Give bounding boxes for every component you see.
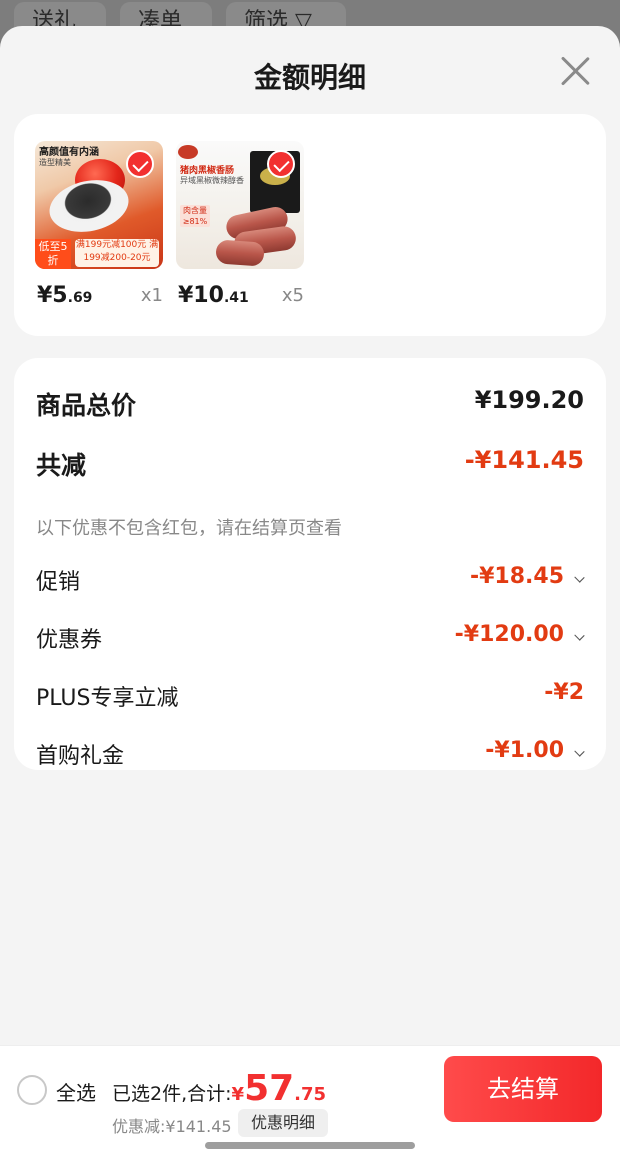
- saved-amount: 优惠减:¥141.45: [112, 1117, 232, 1136]
- product-quantity: x5: [281, 285, 304, 306]
- product-thumbnail: 猪肉黑椒香肠 异域黑椒微辣醇香 肉含量≥81%: [176, 141, 304, 269]
- product-quantity: x1: [140, 285, 163, 306]
- sausage-image: [215, 239, 265, 267]
- product-thumbnail: 高颜值有内涵 造型精美 低至5折 满199元减100元 满199减200-20元: [35, 141, 163, 269]
- sheet-title: 金额明细: [253, 61, 366, 94]
- chevron-down-icon[interactable]: [574, 632, 584, 642]
- product-price: ¥5.69: [37, 283, 93, 308]
- discount-row-coupon[interactable]: 优惠券 -¥120.00: [36, 622, 584, 658]
- discount-row-promotion[interactable]: 促销 -¥18.45: [36, 564, 584, 600]
- total-reduction-label: 共减: [36, 451, 87, 480]
- discount-value: -¥1.00: [485, 738, 564, 763]
- discount-detail-button[interactable]: 优惠明细: [238, 1109, 328, 1137]
- discount-label: 首购礼金: [36, 744, 125, 769]
- total-summary: 已选2件,合计:¥57.75: [112, 1068, 327, 1109]
- close-icon[interactable]: [556, 52, 594, 90]
- checkmark-icon[interactable]: [126, 150, 154, 178]
- selected-products-card: 高颜值有内涵 造型精美 低至5折 满199元减100元 满199减200-20元…: [14, 114, 606, 336]
- promo-banner: 满199元减100元 满199减200-20元: [75, 239, 159, 267]
- thumb-headline: 高颜值有内涵: [39, 147, 99, 158]
- chevron-down-icon[interactable]: [574, 574, 584, 584]
- price-row: ¥5.69 x1: [35, 281, 163, 311]
- discount-value: -¥2: [544, 680, 584, 705]
- total-price-value: ¥199.20: [474, 386, 584, 414]
- thumb-subline: 异域黑椒微辣醇香: [180, 176, 244, 185]
- red-packet-note: 以下优惠不包含红包，请在结算页查看: [36, 518, 342, 539]
- currency-symbol: ¥: [231, 1084, 245, 1105]
- total-price-row: 商品总价 ¥199.20: [36, 386, 584, 422]
- discount-label: 促销: [36, 570, 81, 595]
- checkmark-icon[interactable]: [267, 150, 295, 178]
- product-item[interactable]: 猪肉黑椒香肠 异域黑椒微辣醇香 肉含量≥81% ¥10.41 x5: [176, 141, 304, 308]
- total-reduction-row: 共减 -¥141.45: [36, 446, 584, 482]
- total-amount-decimal: .75: [294, 1084, 327, 1105]
- select-all-radio[interactable]: [17, 1075, 47, 1105]
- discount-row-plus: PLUS专享立减 -¥2: [36, 680, 584, 716]
- product-price: ¥10.41: [178, 283, 249, 308]
- home-indicator: [205, 1142, 415, 1149]
- discount-value: -¥18.45: [469, 564, 564, 589]
- total-price-label: 商品总价: [36, 391, 137, 420]
- discount-label: 优惠券: [36, 628, 103, 653]
- amount-detail-sheet: 金额明细 高颜值有内涵 造型精美 低至5折 满199元减100元 满199减20…: [0, 26, 620, 1163]
- thumb-subline: 造型精美: [39, 158, 71, 167]
- chevron-down-icon[interactable]: [574, 748, 584, 758]
- amount-breakdown-card: 商品总价 ¥199.20 共减 -¥141.45 以下优惠不包含红包，请在结算页…: [14, 358, 606, 770]
- total-amount-integer: 57: [244, 1068, 295, 1109]
- price-row: ¥10.41 x5: [176, 281, 304, 311]
- discount-row-first-purchase[interactable]: 首购礼金 -¥1.00: [36, 738, 584, 774]
- total-reduction-value: -¥141.45: [464, 446, 584, 474]
- checkout-button[interactable]: 去结算: [444, 1056, 602, 1122]
- meat-content-tag: 肉含量≥81%: [180, 205, 210, 227]
- checkout-bar: 全选 已选2件,合计:¥57.75 优惠减:¥141.45 优惠明细 去结算: [0, 1045, 620, 1163]
- discount-label: PLUS专享立减: [36, 686, 179, 711]
- discount-badge: 低至5折: [35, 239, 71, 269]
- select-all-label[interactable]: 全选: [56, 1077, 96, 1106]
- selected-count-label: 已选2件,合计:: [112, 1083, 232, 1105]
- discount-value: -¥120.00: [454, 622, 564, 647]
- brand-logo: [178, 145, 198, 159]
- product-item[interactable]: 高颜值有内涵 造型精美 低至5折 满199元减100元 满199减200-20元…: [35, 141, 163, 308]
